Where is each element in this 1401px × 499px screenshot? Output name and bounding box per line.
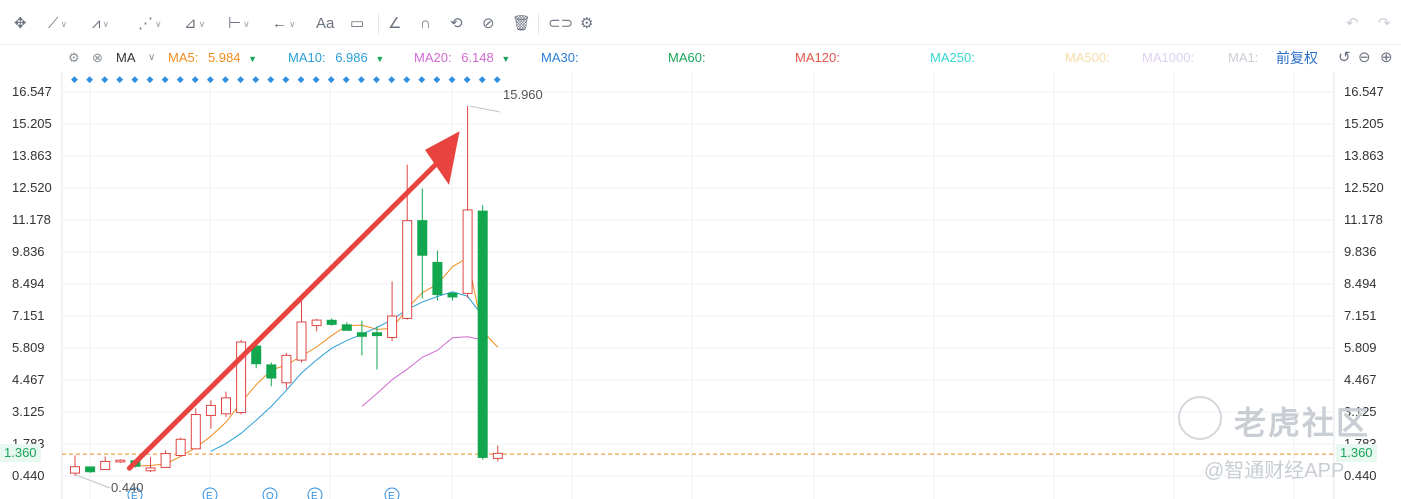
event-dot-icon: ◆: [192, 74, 199, 84]
y-tick-label: 9.836: [1344, 243, 1377, 259]
candle-down: [356, 332, 367, 337]
watermark-zhitong: @智通财经APP: [1204, 460, 1345, 482]
y-tick-label: 16.547: [1344, 84, 1384, 99]
event-dot-icon: ◆: [207, 74, 214, 84]
y-tick-label: 5.809: [12, 340, 45, 355]
candle-down: [477, 210, 488, 458]
watermark-tiger: 老虎社区: [1234, 405, 1371, 441]
y-tick-label: 15.205: [12, 115, 52, 131]
y-tick-label: 9.836: [12, 243, 45, 259]
candle-up: [492, 452, 503, 459]
event-marker-dots: ◆ ◆ ◆ ◆ ◆ ◆ ◆ ◆ ◆ ◆ ◆ ◆ ◆ ◆ ◆ ◆ ◆ ◆ ◆ ◆ ◆ ◆ ◆ ◆ ◆ ◆ ◆ ◆ ◆: [71, 74, 501, 84]
event-dot-icon: ◆: [464, 74, 471, 84]
event-dot-icon: ◆: [433, 74, 440, 84]
event-dot-icon: ◆: [388, 74, 395, 84]
candle-up: [145, 467, 156, 472]
event-dot-icon: ◆: [479, 74, 486, 84]
candle-up: [281, 354, 292, 384]
event-dot-icon: ◆: [403, 74, 410, 84]
candle-down: [432, 261, 443, 296]
event-dot-icon: ◆: [343, 74, 350, 84]
y-tick-label: 16.547: [12, 84, 52, 99]
y-tick-label: 12.520: [12, 180, 52, 195]
y-tick-label: 4.467: [12, 371, 45, 387]
event-dot-icon: ◆: [162, 74, 169, 84]
event-dot-icon: ◆: [147, 74, 154, 84]
y-tick-label: 13.863: [1344, 147, 1384, 163]
annotations: EEQEE: [74, 105, 501, 499]
event-dot-icon: ◆: [131, 74, 138, 84]
y-tick-label: 5.809: [1344, 340, 1377, 355]
y-tick-label: 7.151: [1344, 308, 1377, 323]
event-dot-icon: ◆: [71, 74, 78, 84]
event-dot-icon: ◆: [252, 74, 259, 84]
candle-up: [462, 209, 473, 294]
event-dot-icon: ◆: [358, 74, 365, 84]
event-dot-icon: ◆: [237, 74, 244, 84]
event-marker-label: E: [388, 491, 395, 499]
candle-down: [85, 466, 96, 473]
low-leader-line: [74, 474, 111, 489]
event-dot-icon: ◆: [116, 74, 123, 84]
y-tick-label: 13.863: [12, 147, 52, 163]
event-dot-icon: ◆: [101, 74, 108, 84]
candle-down: [341, 324, 352, 331]
event-dot-icon: ◆: [267, 74, 274, 84]
y-tick-label: 8.494: [1344, 275, 1377, 291]
y-tick-label: 11.178: [12, 212, 51, 227]
event-marker-label: E: [311, 491, 318, 499]
ma5-line: [135, 256, 499, 467]
candle-up: [221, 397, 231, 415]
event-dot-icon: ◆: [494, 74, 501, 84]
candle-down: [266, 364, 277, 379]
event-dot-icon: ◆: [418, 74, 425, 84]
candle-up: [70, 466, 80, 474]
event-dot-icon: ◆: [282, 74, 289, 84]
candle-up: [190, 413, 201, 450]
candle-up: [205, 404, 216, 416]
y-tick-label: 8.494: [12, 275, 45, 291]
candle-down: [372, 332, 382, 337]
event-dot-icon: ◆: [373, 74, 380, 84]
event-dot-icon: ◆: [298, 74, 305, 84]
y-tick-label: 11.178: [1344, 212, 1383, 227]
candle-up: [311, 319, 322, 327]
high-price-label: 15.960: [503, 87, 543, 102]
y-tick-label: 3.125: [12, 403, 45, 419]
candle-up: [402, 220, 413, 319]
chart-grid: [61, 72, 1335, 499]
high-leader-line: [469, 105, 501, 113]
event-dot-icon: ◆: [222, 74, 229, 84]
event-marker-label: Q: [266, 491, 274, 499]
candle-up: [387, 315, 398, 338]
y-tick-label: 7.151: [12, 308, 45, 323]
y-tick-label: 0.440: [12, 468, 45, 483]
watermark-logo-icon: [1178, 396, 1222, 440]
candle-up: [100, 460, 111, 471]
ma20-line: [361, 336, 483, 407]
event-dot-icon: ◆: [449, 74, 456, 84]
current-price-tag-left: 1.360: [0, 444, 41, 462]
candle-down: [447, 292, 458, 298]
y-tick-label: 0.440: [1344, 468, 1377, 483]
event-marker-label: E: [206, 491, 213, 499]
event-dot-icon: ◆: [177, 74, 184, 84]
low-price-label: 0.440: [111, 480, 144, 495]
candle-down: [326, 319, 337, 325]
event-dot-icon: ◆: [328, 74, 335, 84]
moving-average-lines: [135, 256, 499, 467]
y-tick-label: 15.205: [1344, 115, 1384, 131]
candle-up: [160, 453, 171, 468]
event-dot-icon: ◆: [313, 74, 320, 84]
trend-arrow-head-icon: [425, 131, 460, 185]
candle-up: [175, 438, 186, 456]
candle-down: [417, 220, 428, 256]
y-tick-label: 12.520: [1344, 180, 1384, 195]
event-dot-icon: ◆: [86, 74, 93, 84]
candle-up: [115, 459, 126, 463]
candle-up: [296, 321, 307, 361]
y-tick-label: 4.467: [1344, 371, 1377, 387]
